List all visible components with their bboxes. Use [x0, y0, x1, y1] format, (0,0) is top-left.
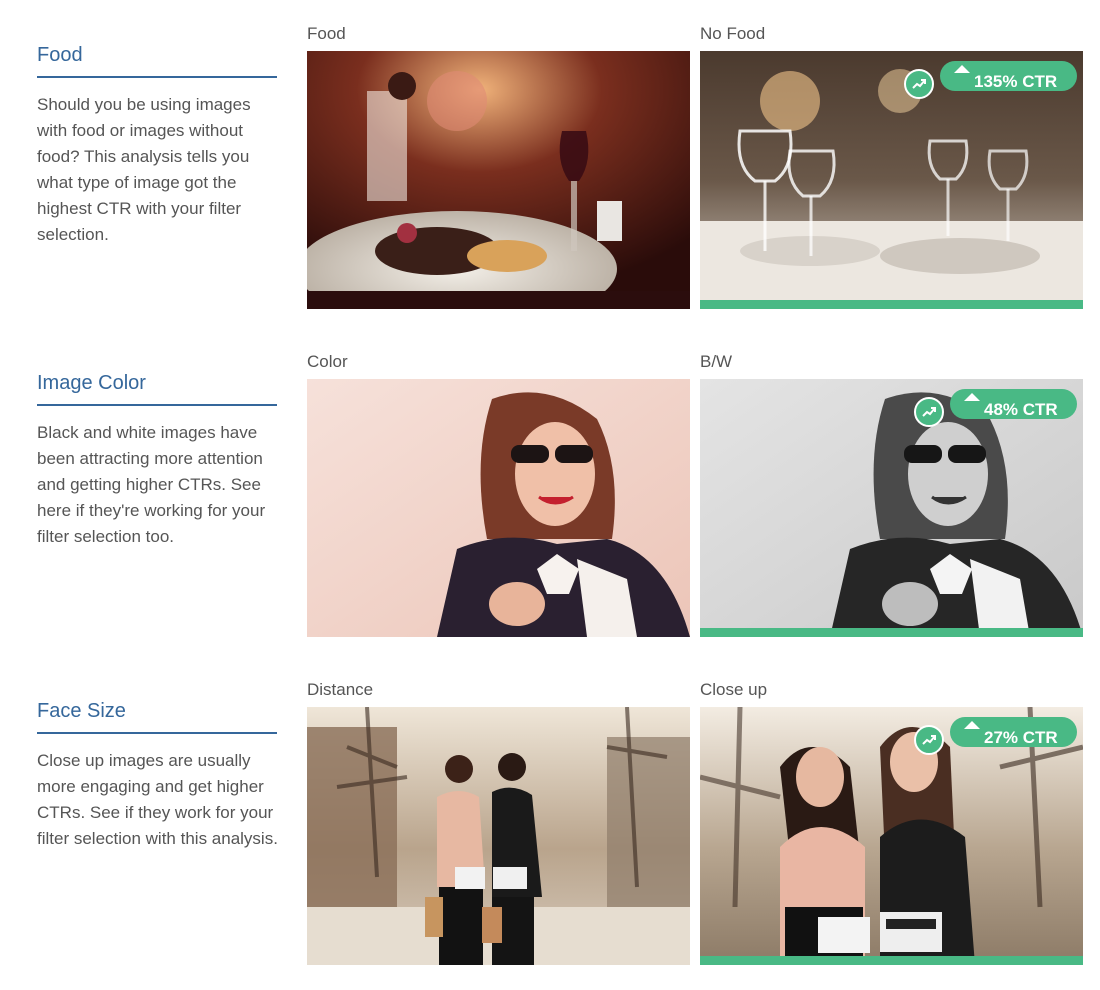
- section-food: Food Should you be using images with foo…: [0, 0, 1100, 309]
- distance-image[interactable]: [307, 707, 690, 965]
- section-image-color: Image Color Black and white images have …: [0, 328, 1100, 637]
- section-info: Face Size Close up images are usually mo…: [37, 700, 285, 852]
- close-up-image[interactable]: 27% CTR: [700, 707, 1083, 965]
- left-image-caption: Color: [307, 352, 348, 371]
- up-triangle-icon: [964, 721, 980, 729]
- no-food-image[interactable]: 135% CTR: [700, 51, 1083, 309]
- section-description: Close up images are usually more engagin…: [37, 751, 278, 848]
- right-image-caption: Close up: [700, 680, 768, 699]
- food-image[interactable]: [307, 51, 690, 309]
- up-triangle-icon: [954, 65, 970, 73]
- left-image-caption: Food: [307, 24, 346, 43]
- up-triangle-icon: [964, 393, 980, 401]
- trending-up-icon: [904, 69, 934, 99]
- ctr-value: 48% CTR: [984, 400, 1058, 419]
- right-image-caption: B/W: [700, 352, 733, 371]
- section-info: Food Should you be using images with foo…: [37, 44, 285, 248]
- section-title: Face Size: [37, 700, 277, 734]
- section-face-size: Face Size Close up images are usually mo…: [0, 656, 1100, 965]
- ctr-badge: 27% CTR: [914, 717, 1077, 755]
- winner-bar: [700, 300, 1083, 309]
- section-description: Should you be using images with food or …: [37, 95, 251, 244]
- winner-bar: [700, 628, 1083, 637]
- trending-up-icon: [914, 397, 944, 427]
- section-title: Food: [37, 44, 277, 78]
- color-image[interactable]: [307, 379, 690, 637]
- winner-bar: [700, 956, 1083, 965]
- ctr-badge: 48% CTR: [914, 389, 1077, 427]
- section-title: Image Color: [37, 372, 277, 406]
- section-info: Image Color Black and white images have …: [37, 372, 285, 550]
- bw-image[interactable]: 48% CTR: [700, 379, 1083, 637]
- ctr-value: 135% CTR: [974, 72, 1058, 91]
- ctr-value: 27% CTR: [984, 728, 1058, 747]
- trending-up-icon: [914, 725, 944, 755]
- section-description: Black and white images have been attract…: [37, 423, 266, 546]
- right-image-caption: No Food: [700, 24, 766, 43]
- ctr-badge: 135% CTR: [904, 61, 1077, 99]
- left-image-caption: Distance: [307, 680, 374, 699]
